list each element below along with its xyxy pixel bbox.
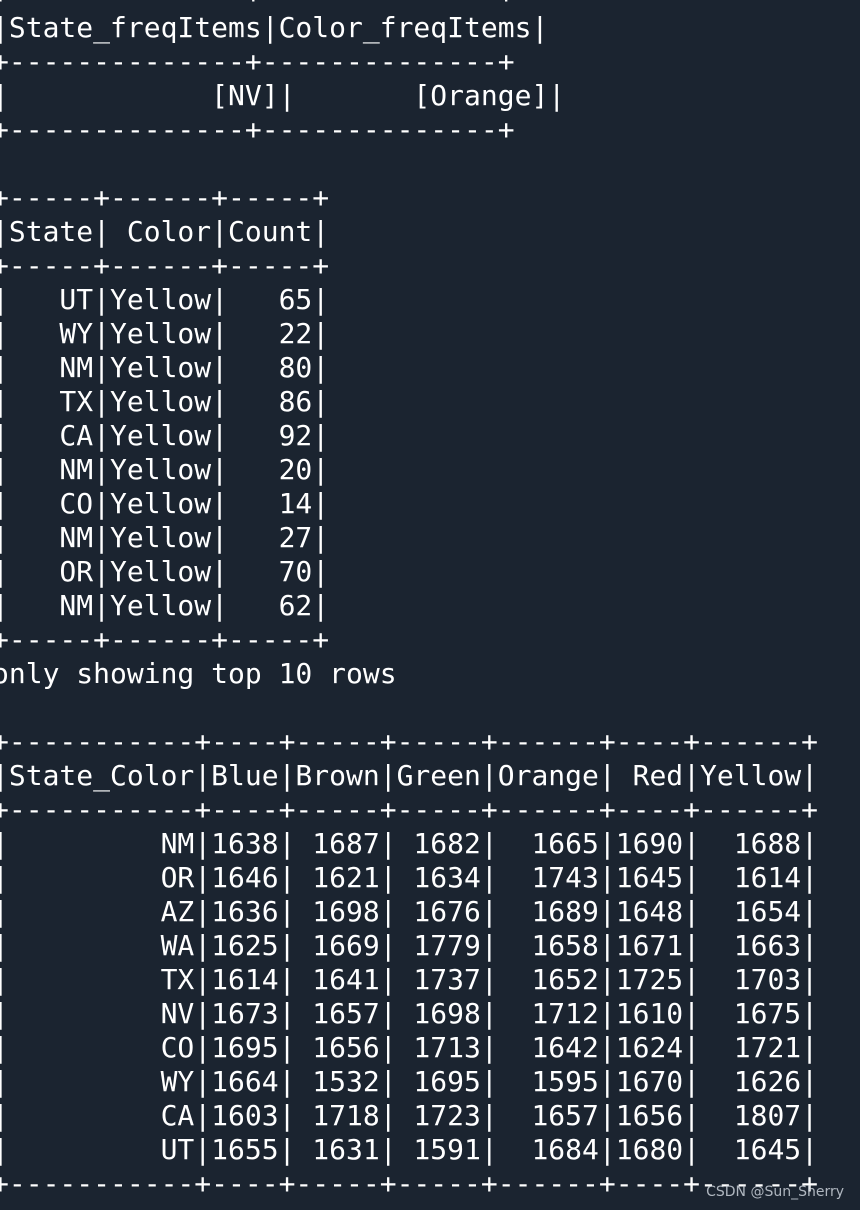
line-showing-top-rows: only showing top 10 rows xyxy=(0,657,397,690)
table-row: | OR|1646| 1621| 1634| 1743|1645| 1614| xyxy=(0,861,819,894)
line-count-divider: +-----+------+-----+ xyxy=(0,249,330,282)
line-count-header: |State| Color|Count| xyxy=(0,215,330,248)
line-border-top-1: +--------------+--------------+ xyxy=(0,0,860,11)
line-crosstab-top: +-----------+----+-----+-----+------+---… xyxy=(0,725,819,758)
table-row: | NM|Yellow| 62| xyxy=(0,589,330,622)
table-row: | NM|Yellow| 20| xyxy=(0,453,330,486)
table-row: | WY|Yellow| 22| xyxy=(0,317,330,350)
table-row: | TX|1614| 1641| 1737| 1652|1725| 1703| xyxy=(0,963,819,996)
table-row: | WY|1664| 1532| 1695| 1595|1670| 1626| xyxy=(0,1065,819,1098)
table-row: | NM|Yellow| 27| xyxy=(0,521,330,554)
table-row: | CA|Yellow| 92| xyxy=(0,419,330,452)
line-blank-1 xyxy=(0,147,860,181)
table-row: | UT|Yellow| 65| xyxy=(0,283,330,316)
table-row: | WA|1625| 1669| 1779| 1658|1671| 1663| xyxy=(0,929,819,962)
line-blank-2 xyxy=(0,691,860,725)
line-freqitems-divider: +--------------+--------------+ xyxy=(0,45,515,78)
line-count-top: +-----+------+-----+ xyxy=(0,181,330,214)
table-row: | NV|1673| 1657| 1698| 1712|1610| 1675| xyxy=(0,997,819,1030)
table-row: | CO|Yellow| 14| xyxy=(0,487,330,520)
table-row: | AZ|1636| 1698| 1676| 1689|1648| 1654| xyxy=(0,895,819,928)
line-freqitems-bottom: +--------------+--------------+ xyxy=(0,113,515,146)
table-row: | NM|Yellow| 80| xyxy=(0,351,330,384)
watermark: CSDN @Sun_Sherry xyxy=(706,1184,844,1200)
line-crosstab-divider: +-----------+----+-----+-----+------+---… xyxy=(0,793,819,826)
table-row: | OR|Yellow| 70| xyxy=(0,555,330,588)
line-count-bottom: +-----+------+-----+ xyxy=(0,623,330,656)
table-row: | UT|1655| 1631| 1591| 1684|1680| 1645| xyxy=(0,1133,819,1166)
table-row: | CO|1695| 1656| 1713| 1642|1624| 1721| xyxy=(0,1031,819,1064)
table-row: | CA|1603| 1718| 1723| 1657|1656| 1807| xyxy=(0,1099,819,1132)
table-row: | TX|Yellow| 86| xyxy=(0,385,330,418)
table-row: | NM|1638| 1687| 1682| 1665|1690| 1688| xyxy=(0,827,819,860)
terminal-output: +--------------+--------------+ |State_f… xyxy=(0,0,860,1201)
line-freqitems-row: | [NV]| [Orange]| xyxy=(0,79,566,112)
line-crosstab-header: |State_Color|Blue|Brown|Green|Orange| Re… xyxy=(0,759,819,792)
line-freqitems-header: |State_freqItems|Color_freqItems| xyxy=(0,11,549,44)
